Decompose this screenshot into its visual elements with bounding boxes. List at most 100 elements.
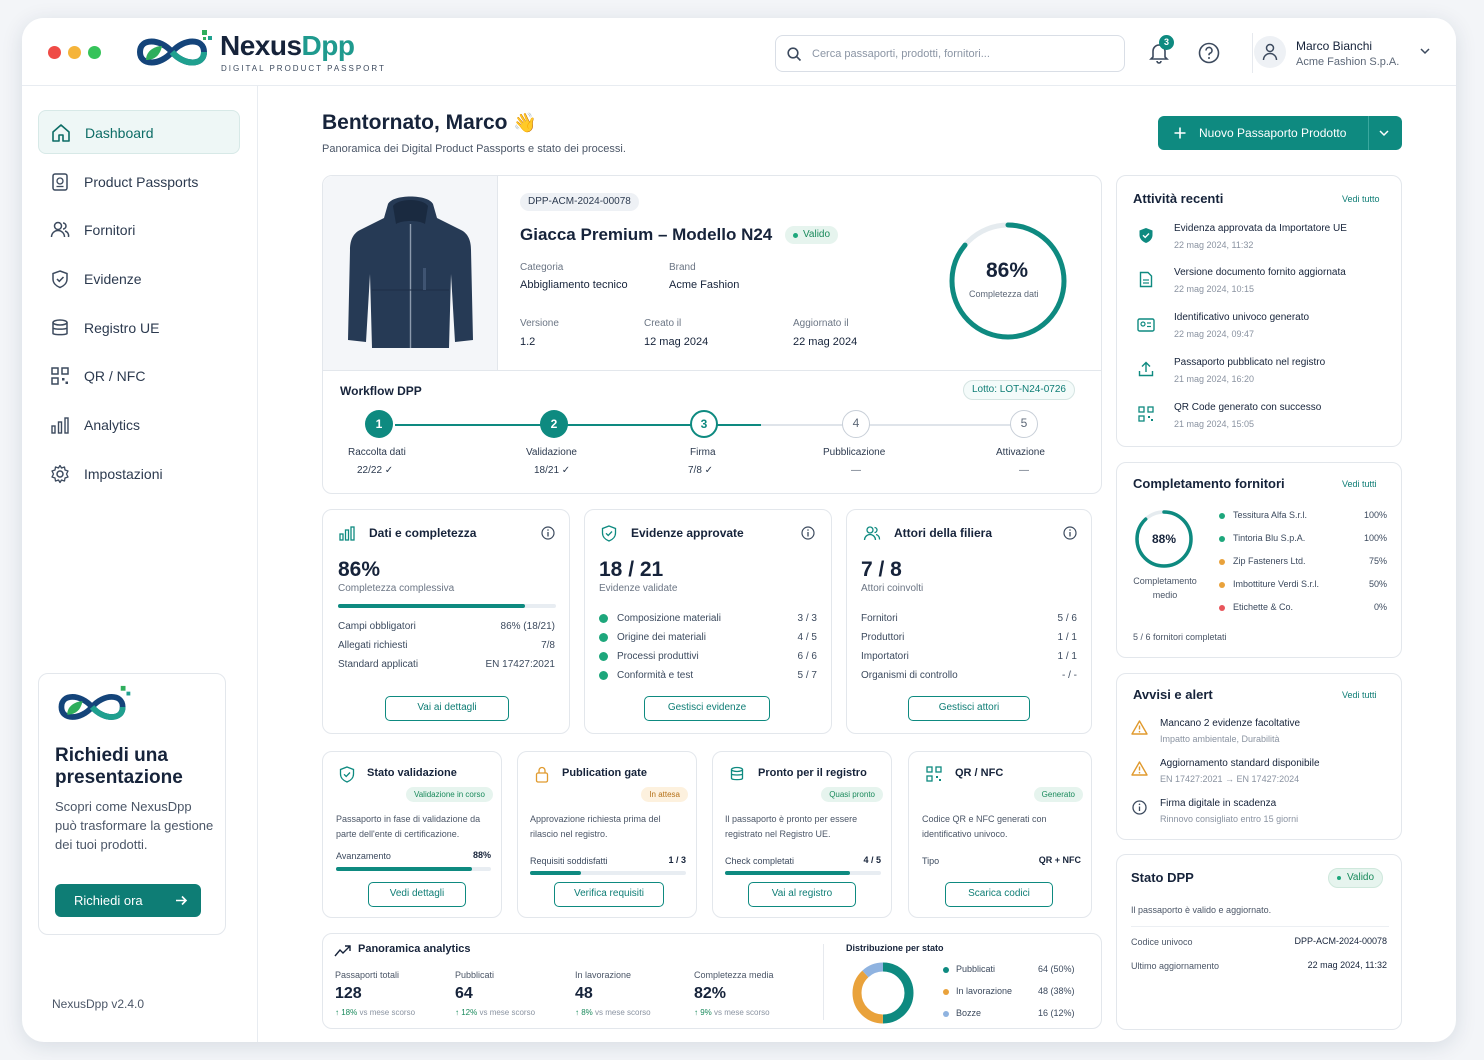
sidebar-item-registro-ue[interactable]: Registro UE	[38, 306, 240, 350]
bar-chart-icon	[339, 526, 355, 541]
sidebar-item-product-passports[interactable]: Product Passports	[38, 160, 240, 204]
workflow-step-2[interactable]: 2	[540, 410, 568, 438]
metric-subtitle: Evidenze validate	[599, 583, 678, 594]
workflow-step-4[interactable]: 4	[842, 410, 870, 438]
supplier-name: Imbottiture Verdi S.r.l.	[1233, 579, 1320, 589]
step-label: Raccolta dati	[348, 447, 406, 458]
view-all-link[interactable]: Vedi tutti	[1342, 690, 1377, 700]
sidebar-item-analytics[interactable]: Analytics	[38, 403, 240, 447]
notification-badge: 3	[1159, 35, 1174, 50]
row-value: 1 / 1	[1057, 632, 1077, 643]
lot-badge: Lotto: LOT-N24-0726	[963, 380, 1075, 400]
check-circle-icon	[599, 633, 608, 642]
info-icon[interactable]	[801, 526, 815, 540]
manage-evidence-button[interactable]: Gestisci evidenze	[644, 696, 770, 721]
workflow-step-5[interactable]: 5	[1010, 410, 1038, 438]
supplier-status-dot	[1219, 513, 1225, 519]
search-placeholder: Cerca passaporti, prodotti, fornitori...	[812, 48, 990, 60]
info-icon[interactable]	[541, 526, 555, 540]
row-label: Allegati richiesti	[338, 640, 408, 651]
row-label: Importatori	[861, 651, 909, 662]
kpi-value: 64	[455, 985, 473, 1002]
requirements-progress-bar	[530, 871, 686, 875]
alert-title: Firma digitale in scadenza	[1160, 798, 1277, 809]
card-title: Attività recenti	[1133, 191, 1224, 206]
alert-subtitle: Rinnovo consigliato entro 15 giorni	[1160, 814, 1299, 824]
promo-text: Scopri come NexusDpp può trasformare la …	[55, 799, 214, 852]
progress-fill	[338, 604, 526, 608]
delta-note: vs mese scorso	[479, 1008, 536, 1017]
row-label: Composizione materiali	[617, 613, 721, 624]
window-maximize-dot[interactable]	[88, 46, 101, 59]
search-input[interactable]: Cerca passaporti, prodotti, fornitori...	[775, 35, 1125, 72]
avatar[interactable]	[1254, 36, 1286, 68]
bar-chart-icon	[51, 417, 69, 434]
sidebar-item-fornitori[interactable]: Fornitori	[38, 208, 240, 252]
legend-dot	[943, 1011, 949, 1017]
sidebar-item-dashboard[interactable]: Dashboard	[38, 110, 240, 154]
sidebar-item-impostazioni[interactable]: Impostazioni	[38, 452, 240, 496]
row-label: Conformità e test	[617, 670, 694, 681]
divider	[1368, 116, 1369, 150]
row-label: Check completati	[725, 856, 795, 866]
alert-subtitle: EN 17427:2021 → EN 17427:2024	[1160, 774, 1300, 784]
document-icon	[1139, 271, 1153, 288]
step-status: 18/21 ✓	[534, 465, 571, 476]
qr-icon	[51, 367, 69, 385]
info-icon[interactable]	[1063, 526, 1077, 540]
window-minimize-dot[interactable]	[68, 46, 81, 59]
activity-text: QR Code generato con successo	[1174, 402, 1322, 413]
alert-title: Aggiornamento standard disponibile	[1160, 758, 1320, 769]
view-details-button[interactable]: Vedi dettagli	[368, 882, 466, 907]
kpi-value: 82%	[694, 985, 727, 1002]
chevron-down-icon[interactable]	[1379, 130, 1389, 137]
search-icon	[787, 47, 802, 62]
activity-time: 22 mag 2024, 09:47	[1174, 329, 1255, 339]
verify-requirements-button[interactable]: Verifica requisiti	[554, 882, 664, 907]
completeness-value: 86%	[986, 259, 1029, 282]
view-all-link[interactable]: Vedi tutti	[1342, 479, 1377, 489]
manage-actors-button[interactable]: Gestisci attori	[908, 696, 1030, 721]
supplier-average-value: 88%	[1152, 532, 1177, 546]
workflow-step-3[interactable]: 3	[690, 410, 718, 438]
new-passport-button[interactable]: Nuovo Passaporto Prodotto	[1158, 116, 1402, 150]
user-name[interactable]: Marco Bianchi	[1296, 39, 1372, 53]
row-label: Tipo	[922, 856, 940, 866]
supplier-percent: 100%	[1363, 533, 1387, 543]
metric-subtitle: Attori coinvolti	[861, 583, 924, 594]
chevron-down-icon[interactable]	[1420, 48, 1430, 55]
info-icon	[1132, 800, 1147, 815]
supplier-percent: 0%	[1373, 602, 1387, 612]
legend-count: 16	[1038, 1008, 1049, 1018]
sidebar-item-qr-nfc[interactable]: QR / NFC	[38, 354, 240, 398]
workflow-step-1[interactable]: 1	[365, 410, 393, 438]
last-update-value: 22 mag 2024, 11:32	[1307, 960, 1387, 970]
card-title: Avvisi e alert	[1133, 687, 1213, 702]
nexus-logo-icon	[136, 30, 212, 66]
progress-fill	[336, 867, 473, 871]
supplier-status-dot	[1219, 605, 1225, 611]
sidebar-item-evidenze[interactable]: Evidenze	[38, 257, 240, 301]
sidebar-item-label: Impostazioni	[84, 466, 163, 482]
supplier-average-label: Completamento medio	[1133, 576, 1197, 600]
supplier-summary: 5 / 6 fornitori completati	[1133, 632, 1227, 642]
status-badge: Valido	[1328, 868, 1384, 888]
kpi-label: Pubblicati	[455, 970, 495, 980]
brand-value: Acme Fashion	[669, 279, 740, 291]
last-update-label: Ultimo aggiornamento	[1131, 961, 1220, 971]
request-demo-button[interactable]: Richiedi ora	[55, 884, 201, 917]
help-icon[interactable]	[1198, 42, 1220, 64]
window-close-dot[interactable]	[48, 46, 61, 59]
row-label: Campi obbligatori	[338, 621, 416, 632]
divider	[1252, 33, 1253, 73]
activity-text: Evidenza approvata da Importatore UE	[1174, 223, 1347, 234]
divider	[823, 944, 824, 1020]
details-button[interactable]: Vai ai dettagli	[385, 696, 509, 721]
sidebar-item-label: Registro UE	[84, 320, 160, 336]
row-value: 1 / 1	[1057, 651, 1077, 662]
supplier-status-dot	[1219, 582, 1225, 588]
view-all-link[interactable]: Vedi tutto	[1342, 194, 1380, 204]
go-to-registry-button[interactable]: Vai al registro	[748, 882, 856, 907]
upload-icon	[1138, 361, 1154, 377]
download-codes-button[interactable]: Scarica codici	[945, 882, 1053, 907]
